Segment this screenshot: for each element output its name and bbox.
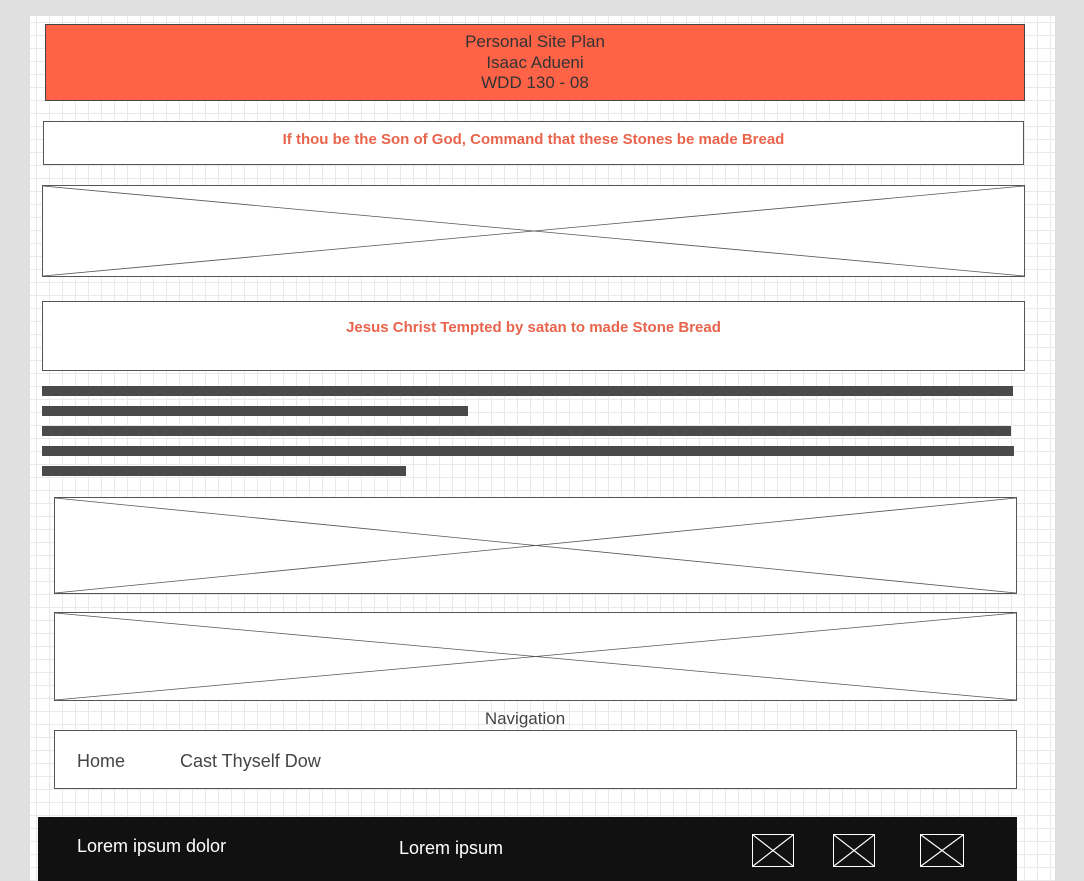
caption-text: Jesus Christ Tempted by satan to made St… xyxy=(346,319,721,336)
content-image-placeholder-1[interactable] xyxy=(54,497,1017,594)
footer-text-left: Lorem ipsum dolor xyxy=(77,836,227,856)
footer-text-center: Lorem ipsum xyxy=(399,838,504,858)
image-placeholder-icon xyxy=(43,186,1024,276)
header-banner[interactable]: Personal Site Plan Isaac Adueni WDD 130 … xyxy=(45,24,1025,101)
text-line xyxy=(42,466,406,476)
quote-text: If thou be the Son of God, Command that … xyxy=(282,131,785,148)
header-title: Personal Site Plan xyxy=(465,32,605,51)
navigation-bar[interactable]: Home Cast Thyself Dow xyxy=(54,730,1017,789)
header-course: WDD 130 - 08 xyxy=(481,73,589,92)
image-placeholder-icon xyxy=(753,835,793,866)
hero-image-placeholder[interactable] xyxy=(42,185,1025,277)
header-author: Isaac Adueni xyxy=(486,52,584,72)
footer: Lorem ipsum dolor Lorem ipsum xyxy=(38,817,1017,881)
text-line xyxy=(42,386,1013,396)
nav-link-cast-thyself-down[interactable]: Cast Thyself Dow xyxy=(180,751,321,772)
footer-icon-3[interactable] xyxy=(920,834,964,867)
quote-heading[interactable]: If thou be the Son of God, Command that … xyxy=(43,121,1024,165)
wireframe-canvas: Personal Site Plan Isaac Adueni WDD 130 … xyxy=(30,16,1055,881)
image-placeholder-icon xyxy=(55,613,1016,700)
text-line xyxy=(42,446,1014,456)
content-image-placeholder-2[interactable] xyxy=(54,612,1017,701)
nav-link-home[interactable]: Home xyxy=(77,751,125,772)
footer-icon-2[interactable] xyxy=(833,834,875,867)
image-placeholder-icon xyxy=(834,835,874,866)
footer-icon-1[interactable] xyxy=(752,834,794,867)
text-line xyxy=(42,426,1011,436)
navigation-title: Navigation xyxy=(484,709,566,728)
image-placeholder-icon xyxy=(55,498,1016,593)
image-placeholder-icon xyxy=(921,835,963,866)
caption-heading[interactable]: Jesus Christ Tempted by satan to made St… xyxy=(42,301,1025,371)
text-line xyxy=(42,406,468,416)
